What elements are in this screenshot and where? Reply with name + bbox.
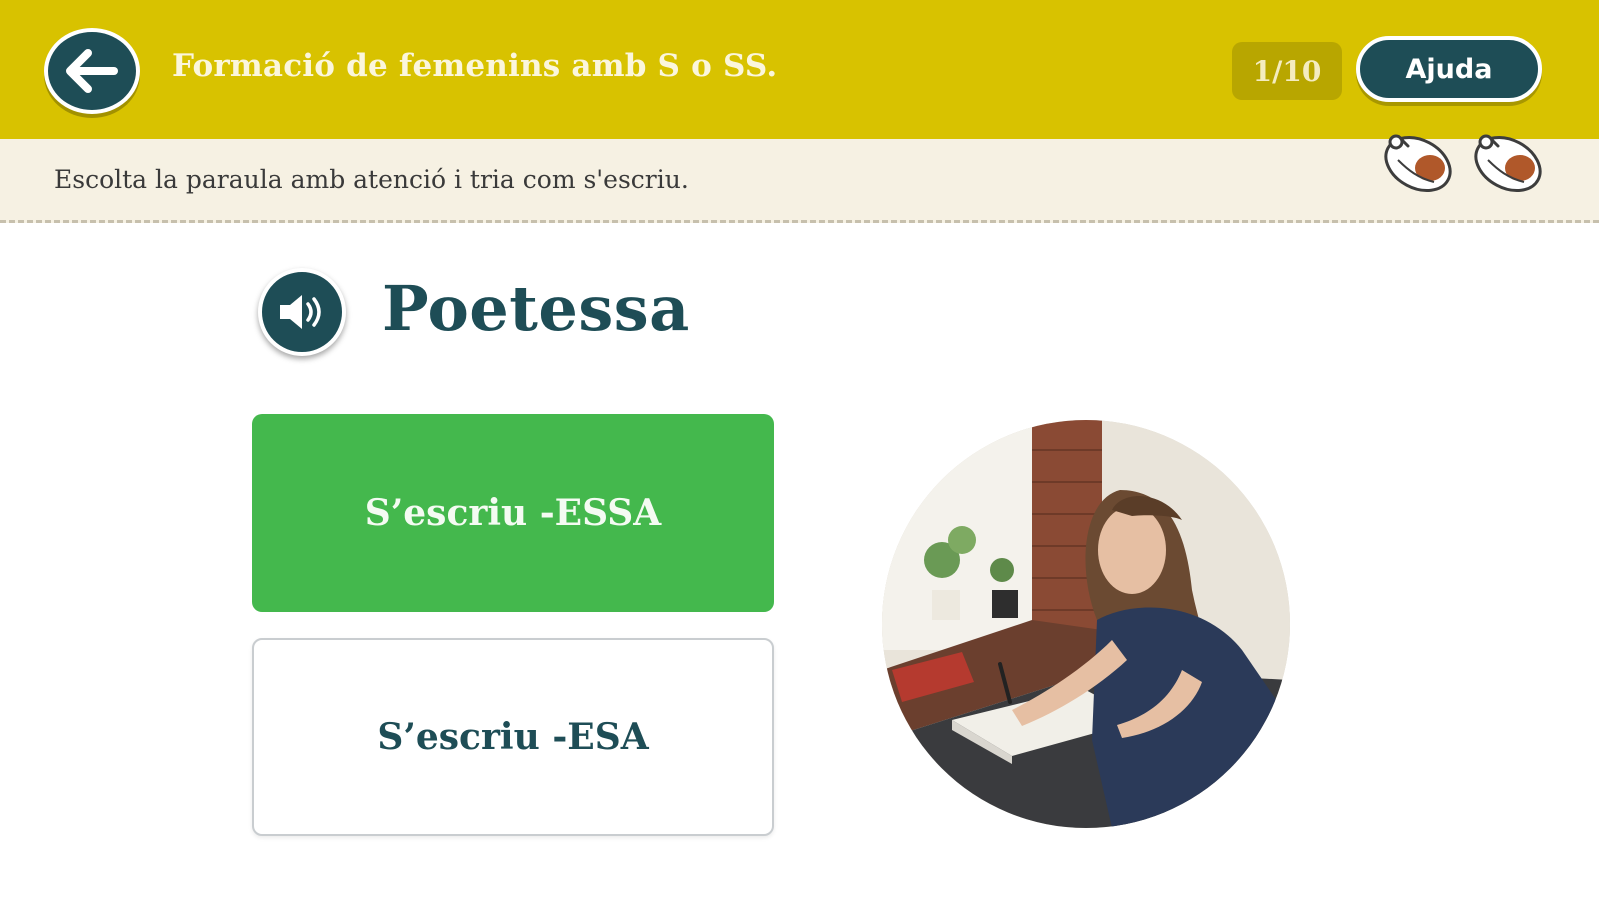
- option-essa-button[interactable]: S’escriu -ESSA: [252, 414, 774, 612]
- help-button[interactable]: Ajuda: [1356, 36, 1542, 102]
- page-title: Formació de femenins amb S o SS.: [172, 48, 778, 84]
- speaker-icon: [280, 295, 321, 329]
- play-audio-button[interactable]: [258, 268, 346, 356]
- lives-indicator: [1378, 124, 1548, 196]
- instruction-bar: Escolta la paraula amb atenció i tria co…: [0, 139, 1599, 223]
- option-esa-button[interactable]: S’escriu -ESA: [252, 638, 774, 836]
- header-bar: Formació de femenins amb S o SS. 1/10 Aj…: [0, 0, 1599, 139]
- app-window: Formació de femenins amb S o SS. 1/10 Aj…: [0, 0, 1599, 900]
- target-word: Poetessa: [382, 272, 690, 345]
- instruction-text: Escolta la paraula amb atenció i tria co…: [54, 165, 689, 194]
- life-icon: [1384, 134, 1452, 193]
- life-icon: [1474, 134, 1542, 193]
- progress-counter: 1/10: [1232, 42, 1342, 100]
- arrow-left-icon: [66, 49, 118, 93]
- woman-writing-photo: [882, 420, 1290, 828]
- back-button[interactable]: [44, 28, 140, 114]
